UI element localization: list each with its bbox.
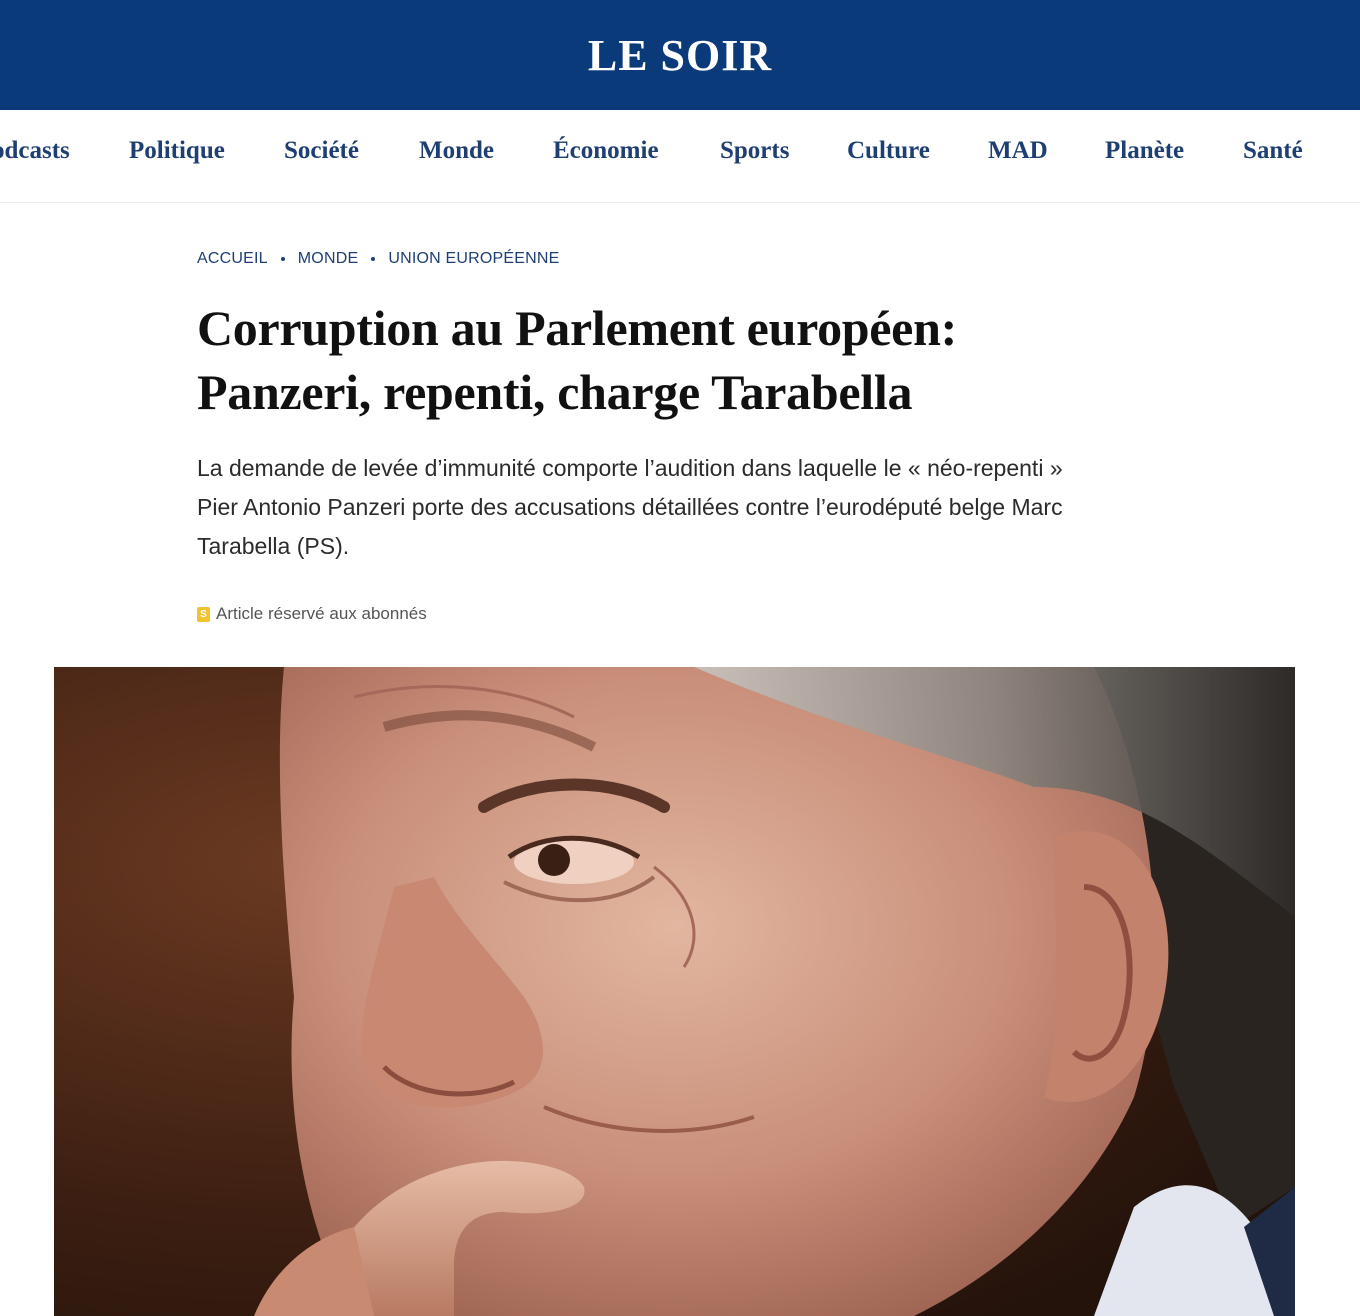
nav-item-economie[interactable]: Économie: [553, 137, 659, 165]
breadcrumb-separator: [280, 257, 285, 261]
site-header: LE SOIR: [0, 0, 1360, 110]
breadcrumb: ACCUEIL MONDE UNION EUROPÉENNE: [197, 250, 560, 268]
headline-line-2: Panzeri, repenti, charge Tarabella: [197, 364, 913, 420]
nav-item-monde[interactable]: Monde: [419, 137, 494, 165]
portrait-photo-illustration: [54, 667, 1295, 1316]
breadcrumb-union-europeenne[interactable]: UNION EUROPÉENNE: [388, 250, 559, 268]
nav-item-culture[interactable]: Culture: [847, 137, 930, 165]
nav-item-mad[interactable]: MAD: [988, 137, 1048, 165]
premium-label: Article réservé aux abonnés: [216, 604, 427, 623]
main-nav: odcasts Politique Société Monde Économie…: [0, 110, 1360, 203]
headline-line-1: Corruption au Parlement européen:: [197, 300, 957, 356]
article-headline: Corruption au Parlement européen: Panzer…: [197, 296, 1157, 424]
nav-item-politique[interactable]: Politique: [129, 137, 225, 165]
site-logo[interactable]: LE SOIR: [588, 34, 772, 78]
article-lede: La demande de levée d’immunité comporte …: [197, 455, 1063, 559]
nav-item-podcasts[interactable]: odcasts: [0, 137, 70, 165]
premium-notice: S Article réservé aux abonnés: [197, 604, 427, 624]
breadcrumb-separator: [371, 257, 376, 261]
breadcrumb-accueil[interactable]: ACCUEIL: [197, 250, 268, 268]
nav-item-societe[interactable]: Société: [284, 137, 359, 165]
nav-item-sports[interactable]: Sports: [720, 137, 789, 165]
breadcrumb-monde[interactable]: MONDE: [298, 250, 359, 268]
article-photo[interactable]: [54, 667, 1295, 1316]
nav-item-planete[interactable]: Planète: [1105, 137, 1184, 165]
subscriber-badge-icon: S: [197, 606, 210, 622]
nav-item-sante[interactable]: Santé: [1243, 137, 1303, 165]
